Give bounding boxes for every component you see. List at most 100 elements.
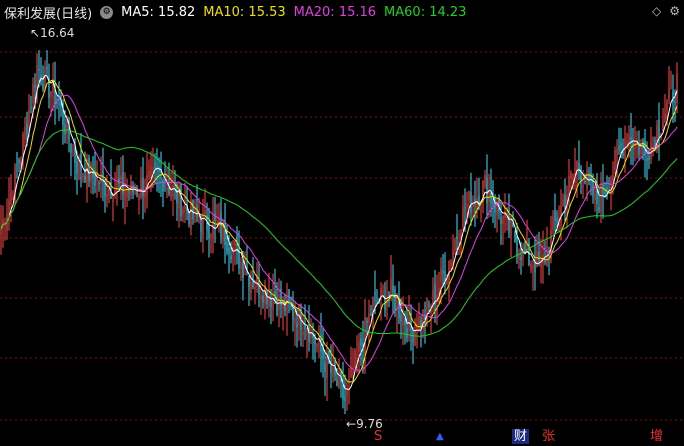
candle[interactable]	[462, 194, 464, 231]
candle[interactable]	[386, 279, 388, 320]
candle[interactable]	[630, 112, 632, 165]
candle[interactable]	[492, 180, 494, 224]
candle[interactable]	[512, 211, 514, 228]
candle[interactable]	[622, 138, 624, 159]
candle[interactable]	[168, 162, 170, 197]
candle[interactable]	[280, 280, 282, 319]
candle[interactable]	[458, 229, 460, 255]
candle[interactable]	[108, 181, 110, 204]
candle[interactable]	[412, 327, 414, 365]
candle[interactable]	[472, 195, 474, 219]
candle[interactable]	[204, 188, 206, 219]
candle[interactable]	[348, 367, 350, 405]
candle[interactable]	[664, 93, 666, 124]
candle[interactable]	[234, 239, 236, 266]
candle[interactable]	[396, 293, 398, 333]
candle[interactable]	[92, 156, 94, 195]
candle[interactable]	[354, 348, 356, 368]
candle[interactable]	[634, 126, 636, 162]
candle[interactable]	[394, 285, 396, 318]
candle[interactable]	[594, 184, 596, 212]
candle[interactable]	[662, 107, 664, 133]
candle[interactable]	[358, 332, 360, 373]
candle[interactable]	[548, 246, 550, 276]
candle[interactable]	[418, 302, 420, 333]
candle[interactable]	[470, 172, 472, 226]
candle[interactable]	[0, 204, 2, 255]
candle[interactable]	[324, 350, 326, 396]
candle[interactable]	[676, 62, 678, 114]
candle[interactable]	[70, 143, 72, 177]
candle[interactable]	[142, 157, 144, 220]
candle[interactable]	[138, 193, 140, 215]
candle[interactable]	[542, 230, 544, 284]
candle[interactable]	[180, 183, 182, 222]
candle[interactable]	[432, 277, 434, 313]
candle[interactable]	[502, 215, 504, 245]
candle[interactable]	[126, 178, 128, 208]
candle[interactable]	[306, 327, 308, 358]
candle[interactable]	[668, 66, 670, 105]
candle[interactable]	[310, 318, 312, 345]
candle[interactable]	[484, 169, 486, 190]
candle[interactable]	[72, 143, 74, 157]
candle[interactable]	[8, 177, 10, 231]
candle[interactable]	[48, 63, 50, 109]
candle[interactable]	[268, 272, 270, 318]
candle[interactable]	[264, 279, 266, 320]
candle[interactable]	[250, 270, 252, 301]
candle[interactable]	[248, 275, 250, 307]
candle[interactable]	[352, 348, 354, 380]
candle[interactable]	[46, 50, 48, 78]
candle[interactable]	[434, 269, 436, 324]
candle[interactable]	[514, 230, 516, 243]
candle[interactable]	[88, 154, 90, 188]
candle[interactable]	[356, 335, 358, 374]
candle[interactable]	[170, 172, 172, 202]
candle[interactable]	[544, 240, 546, 266]
candle[interactable]	[24, 117, 26, 148]
candle[interactable]	[102, 147, 104, 202]
candle[interactable]	[54, 61, 56, 125]
candle[interactable]	[614, 146, 616, 174]
candle[interactable]	[308, 305, 310, 352]
candle[interactable]	[508, 193, 510, 238]
candle[interactable]	[156, 148, 158, 192]
candle[interactable]	[262, 289, 264, 309]
candle[interactable]	[468, 190, 470, 219]
candle[interactable]	[588, 167, 590, 186]
candle[interactable]	[292, 291, 294, 332]
candle[interactable]	[424, 301, 426, 344]
candle[interactable]	[182, 205, 184, 223]
candle[interactable]	[564, 178, 566, 223]
candle[interactable]	[340, 368, 342, 398]
candle[interactable]	[220, 198, 222, 244]
candle[interactable]	[406, 306, 408, 343]
candle[interactable]	[368, 299, 370, 344]
stock-title[interactable]: 保利发展(日线)	[4, 3, 92, 22]
candle[interactable]	[18, 157, 20, 173]
event-add-marker[interactable]: 增	[648, 429, 665, 444]
candle[interactable]	[40, 57, 42, 86]
candle[interactable]	[510, 216, 512, 258]
candle[interactable]	[536, 234, 538, 268]
candle[interactable]	[224, 203, 226, 264]
candle[interactable]	[202, 199, 204, 253]
candle[interactable]	[140, 166, 142, 200]
candle[interactable]	[438, 271, 440, 304]
candle[interactable]	[518, 248, 520, 270]
candle[interactable]	[132, 181, 134, 200]
candle[interactable]	[318, 324, 320, 359]
indicator-options-icon[interactable]: ⚙	[100, 5, 114, 19]
candle[interactable]	[146, 152, 148, 209]
candle[interactable]	[210, 232, 212, 254]
candle[interactable]	[330, 344, 332, 389]
candle[interactable]	[528, 237, 530, 267]
candle[interactable]	[370, 304, 372, 317]
candle[interactable]	[606, 175, 608, 200]
candle[interactable]	[122, 155, 124, 209]
candle[interactable]	[444, 252, 446, 295]
candle[interactable]	[76, 151, 78, 195]
candle[interactable]	[530, 260, 532, 274]
candle[interactable]	[442, 254, 444, 288]
